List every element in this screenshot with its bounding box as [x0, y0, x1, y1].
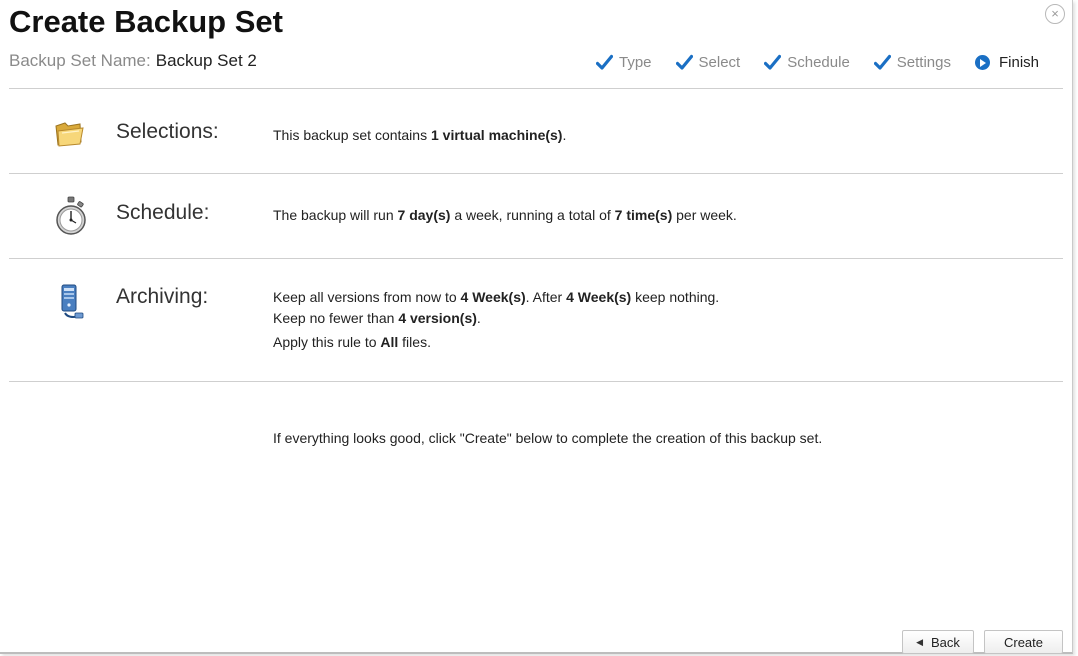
- text-segment: .: [476, 310, 481, 326]
- archiving-label: Archiving:: [116, 285, 209, 308]
- text-segment: Apply this rule to: [273, 334, 381, 350]
- close-button[interactable]: ×: [1045, 4, 1065, 24]
- step-select[interactable]: Select: [675, 53, 741, 71]
- divider: [9, 173, 1063, 174]
- dialog-title: Create Backup Set: [9, 4, 283, 39]
- text-segment: a week, running a total of: [450, 207, 615, 223]
- backup-set-name-label: Backup Set Name:: [9, 51, 151, 70]
- create-backup-set-dialog: Create Backup Set × Backup Set Name: Back…: [0, 0, 1073, 654]
- check-icon: [675, 54, 693, 70]
- text-segment: The backup will run: [273, 207, 398, 223]
- back-arrow-icon: ◀: [916, 636, 923, 647]
- archiving-summary: Keep all versions from now to 4 Week(s).…: [273, 287, 719, 353]
- close-icon: ×: [1051, 6, 1059, 21]
- text-segment: files.: [398, 334, 431, 350]
- divider: [9, 258, 1063, 259]
- keep-all-duration: 4 Week(s): [460, 289, 526, 305]
- folder-icon: [55, 122, 84, 147]
- step-settings[interactable]: Settings: [873, 53, 951, 71]
- back-button-label: Back: [931, 634, 960, 650]
- create-button-label: Create: [1003, 634, 1044, 650]
- step-type[interactable]: Type: [596, 54, 652, 71]
- text-segment: .: [562, 127, 567, 143]
- step-schedule[interactable]: Schedule: [764, 54, 850, 71]
- text-segment: Keep all versions from now to: [273, 289, 461, 305]
- step-label: Schedule: [787, 53, 850, 71]
- vm-count: 1 virtual machine(s): [430, 127, 563, 143]
- back-button[interactable]: ◀ Back: [902, 630, 974, 654]
- schedule-label: Schedule:: [116, 201, 210, 224]
- create-button[interactable]: Create: [984, 630, 1063, 654]
- archiving-line-retention: Keep all versions from now to 4 Week(s).…: [273, 287, 719, 308]
- selections-summary: This backup set contains 1 virtual machi…: [273, 125, 566, 146]
- server-icon: [61, 284, 84, 319]
- selections-label: Selections:: [116, 120, 219, 143]
- check-icon: [764, 54, 782, 70]
- apply-scope: All: [380, 334, 399, 350]
- runs-per-week: 7 time(s): [614, 207, 673, 223]
- divider: [9, 88, 1063, 89]
- schedule-summary: The backup will run 7 day(s) a week, run…: [273, 205, 737, 226]
- text-segment: This backup set contains: [273, 127, 431, 143]
- text-segment: keep nothing.: [631, 289, 720, 305]
- step-label: Type: [619, 53, 652, 71]
- check-icon: [596, 54, 613, 70]
- min-versions: 4 version(s): [398, 310, 477, 326]
- step-label: Finish: [999, 53, 1040, 71]
- keep-nothing-after: 4 Week(s): [566, 289, 632, 305]
- wizard-steps: Type Select Schedule Settings Finish: [596, 51, 1039, 73]
- days-per-week: 7 day(s): [397, 207, 451, 223]
- check-icon: [873, 54, 891, 70]
- confirmation-message: If everything looks good, click "Create"…: [273, 430, 823, 446]
- stopwatch-icon: [56, 196, 86, 235]
- step-label: Select: [698, 53, 741, 71]
- backup-set-name-value: Backup Set 2: [155, 51, 257, 70]
- archiving-line-min-versions: Keep no fewer than 4 version(s).: [273, 308, 719, 329]
- step-finish[interactable]: Finish: [975, 54, 1039, 71]
- backup-set-name: Backup Set Name: Backup Set 2: [9, 51, 257, 71]
- text-segment: per week.: [672, 207, 737, 223]
- text-segment: Keep no fewer than: [273, 310, 399, 326]
- archiving-line-apply: Apply this rule to All files.: [273, 332, 719, 353]
- arrow-circle-icon: [975, 54, 990, 70]
- divider: [9, 381, 1063, 382]
- step-label: Settings: [896, 53, 951, 71]
- text-segment: . After: [525, 289, 567, 305]
